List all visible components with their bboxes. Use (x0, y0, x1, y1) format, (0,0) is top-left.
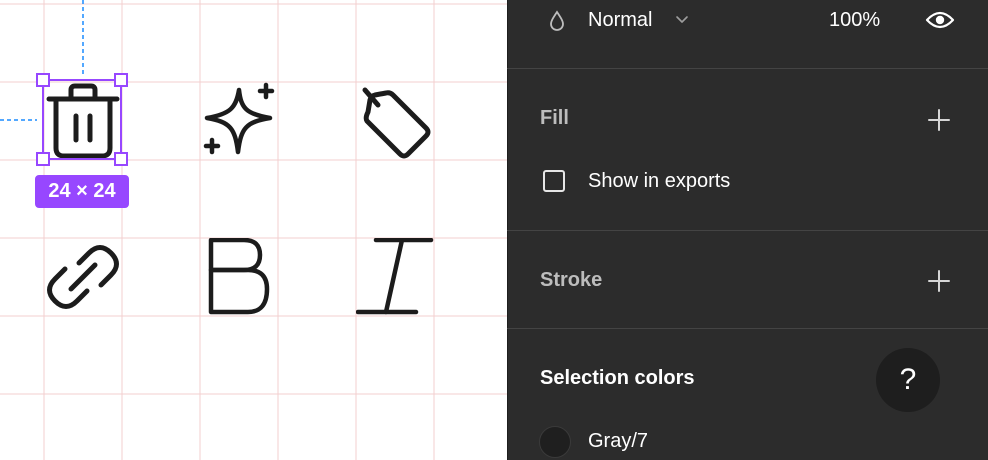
fill-section-title: Fill (540, 107, 569, 129)
add-stroke-plus-icon[interactable] (927, 269, 951, 293)
section-divider (507, 230, 988, 231)
stroke-section-title: Stroke (540, 269, 603, 291)
show-in-exports-label: Show in exports (588, 170, 731, 192)
layout-grid (0, 0, 507, 460)
italic-icon[interactable] (356, 238, 434, 316)
color-name-label[interactable]: Gray/7 (588, 430, 648, 453)
section-divider (507, 328, 988, 329)
add-fill-plus-icon[interactable] (927, 108, 951, 132)
selection-frame[interactable] (36, 73, 130, 167)
tag-icon[interactable] (356, 82, 434, 160)
section-divider (507, 68, 988, 69)
eye-icon[interactable] (925, 10, 955, 30)
properties-panel: Normal 100% Fill Show in exports Stroke … (507, 0, 988, 460)
bold-icon[interactable] (200, 238, 278, 316)
blend-mode-icon[interactable] (547, 9, 567, 33)
sparkles-icon[interactable] (200, 82, 278, 160)
color-swatch[interactable] (539, 426, 571, 458)
layer-opacity-input[interactable]: 100% (829, 9, 880, 32)
selection-size-badge: 24 × 24 (35, 175, 129, 208)
link-icon[interactable] (44, 238, 122, 316)
blend-mode-select[interactable]: Normal (588, 9, 652, 32)
selection-colors-title: Selection colors (540, 367, 695, 389)
chevron-down-icon[interactable] (675, 14, 689, 26)
show-in-exports-checkbox[interactable] (543, 170, 565, 192)
help-button[interactable]: ? (876, 348, 940, 412)
design-canvas[interactable]: 24 × 24 (0, 0, 507, 460)
